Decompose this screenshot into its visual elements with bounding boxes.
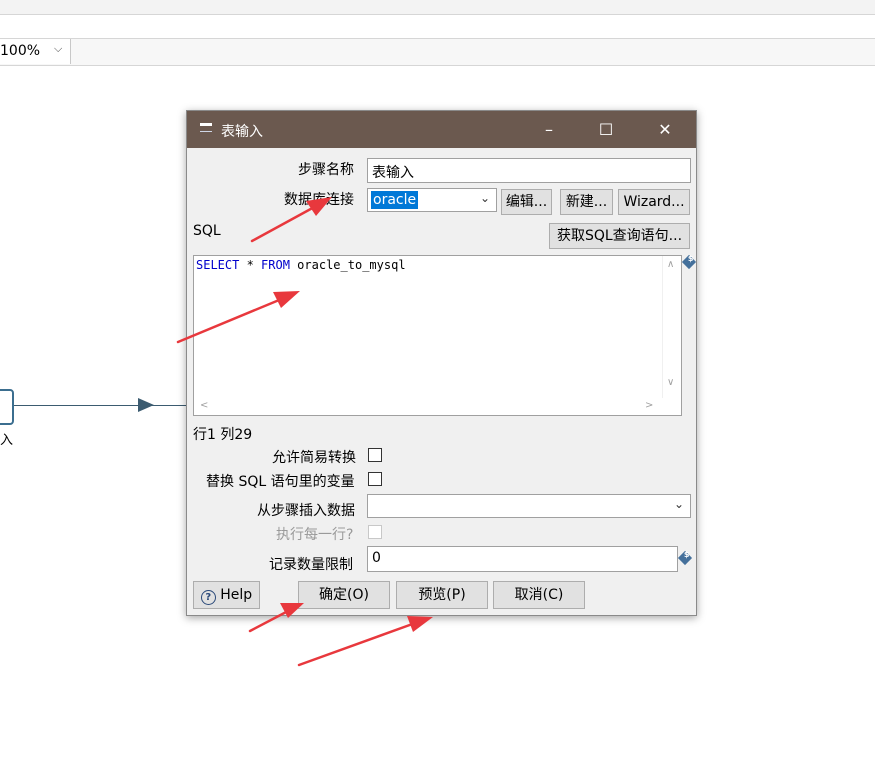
help-label: Help — [220, 587, 253, 603]
dialog-title-bar: 表输入 – ☐ ✕ — [187, 111, 696, 148]
step-name-label: 步骤名称 — [298, 162, 354, 178]
get-sql-button[interactable]: 获取SQL查询语句... — [549, 223, 690, 249]
insert-from-step-label: 从步骤插入数据 — [257, 503, 355, 519]
limit-input[interactable]: 0 — [367, 546, 678, 572]
dialog-title: 表输入 — [221, 124, 263, 140]
red-arrow-icon — [297, 616, 433, 667]
help-icon: ? — [200, 590, 216, 605]
db-connection-select[interactable]: oracle ⌄ — [367, 188, 497, 212]
insert-from-step-select[interactable]: ⌄ — [367, 494, 691, 518]
sql-table: oracle_to_mysql — [289, 258, 406, 272]
edit-connection-button[interactable]: 编辑... — [501, 189, 552, 215]
wizard-button[interactable]: Wizard... — [618, 189, 690, 215]
sql-label: SQL — [193, 223, 221, 239]
replace-variables-checkbox[interactable] — [368, 472, 382, 486]
vertical-scrollbar[interactable]: ∧ ∨ — [662, 256, 681, 398]
scroll-right-icon[interactable]: > — [645, 400, 653, 411]
table-input-step-icon[interactable] — [0, 389, 14, 425]
execute-each-row-checkbox — [368, 525, 382, 539]
replace-variables-label: 替换 SQL 语句里的变量 — [206, 474, 355, 490]
cancel-button[interactable]: 取消(C) — [493, 581, 585, 609]
variable-icon: $ — [677, 550, 693, 566]
scroll-left-icon[interactable]: < — [200, 400, 208, 411]
help-button[interactable]: ? Help — [193, 581, 260, 609]
chevron-down-icon: ⌄ — [479, 191, 490, 205]
sql-query-text: SELECT * FROM oracle_to_mysql — [196, 258, 406, 272]
lazy-conversion-label: 允许简易转换 — [272, 450, 356, 466]
cursor-position-status: 行1 列29 — [193, 427, 253, 443]
canvas-toolbar: 100% ⌵ — [0, 38, 875, 66]
app-top-bar — [0, 0, 875, 15]
variable-icon: $ — [681, 254, 697, 270]
maximize-button[interactable]: ☐ — [586, 117, 626, 143]
ok-button[interactable]: 确定(O) — [298, 581, 390, 609]
hop-line[interactable] — [12, 405, 188, 406]
table-input-dialog: 表输入 – ☐ ✕ 步骤名称 表输入 数据库连接 oracle ⌄ 编辑... … — [186, 110, 697, 616]
chevron-down-icon: ⌵ — [54, 42, 63, 55]
scroll-down-icon[interactable]: ∨ — [667, 377, 674, 388]
horizontal-scrollbar[interactable]: < > — [194, 398, 664, 415]
limit-label: 记录数量限制 — [269, 557, 353, 573]
execute-each-row-label: 执行每一行? — [276, 527, 354, 543]
sql-keyword: FROM — [261, 258, 290, 272]
step-label: 入 — [0, 433, 14, 448]
step-name-input[interactable]: 表输入 — [367, 158, 691, 183]
hop-arrow-icon — [138, 398, 154, 412]
new-connection-button[interactable]: 新建... — [560, 189, 613, 215]
chevron-down-icon: ⌄ — [673, 497, 684, 511]
db-connection-label: 数据库连接 — [284, 192, 354, 208]
sql-editor[interactable]: SELECT * FROM oracle_to_mysql ∧ ∨ < > — [193, 255, 682, 416]
zoom-value: 100% — [0, 43, 41, 59]
sql-keyword: SELECT — [196, 258, 240, 272]
preview-button[interactable]: 预览(P) — [396, 581, 488, 609]
close-button[interactable]: ✕ — [645, 117, 685, 143]
minimize-button[interactable]: – — [529, 117, 569, 143]
scroll-up-icon[interactable]: ∧ — [667, 259, 674, 270]
sql-operator: * — [239, 258, 262, 272]
lazy-conversion-checkbox[interactable] — [368, 448, 382, 462]
db-connection-value: oracle — [371, 191, 419, 209]
zoom-select[interactable]: 100% ⌵ — [0, 39, 71, 64]
window-icon — [200, 123, 212, 132]
